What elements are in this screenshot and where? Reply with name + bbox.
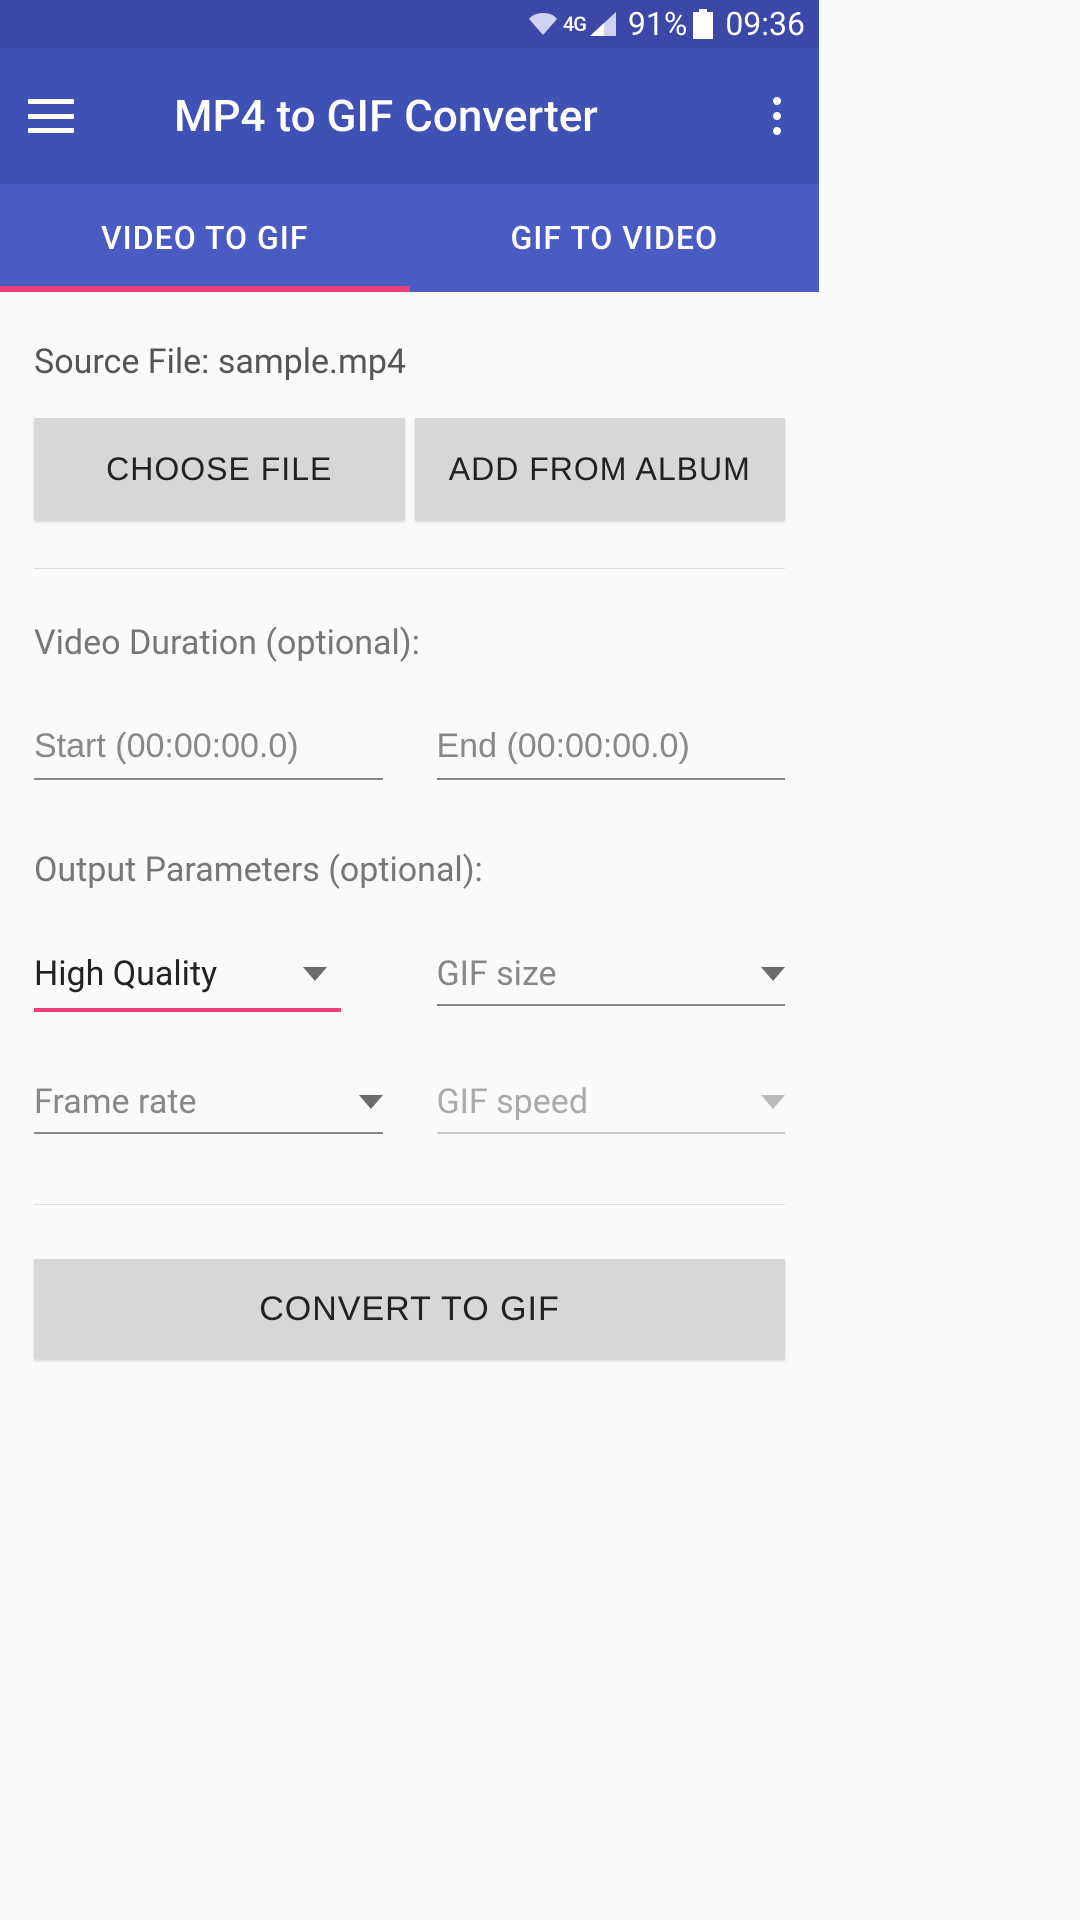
gif-size-placeholder: GIF size (437, 954, 557, 994)
chevron-down-icon (761, 1095, 785, 1109)
more-icon[interactable] (777, 97, 791, 135)
chevron-down-icon (761, 967, 785, 981)
page-title: MP4 to GIF Converter (174, 90, 777, 142)
tab-gif-to-video[interactable]: GIF TO VIDEO (410, 184, 820, 292)
battery-percent: 91% (628, 5, 687, 43)
convert-button[interactable]: CONVERT TO GIF (34, 1259, 785, 1359)
start-time-input[interactable] (34, 721, 383, 780)
frame-rate-select[interactable]: Frame rate (34, 1076, 383, 1134)
gif-size-select[interactable]: GIF size (437, 948, 786, 1006)
divider (34, 1204, 785, 1205)
tabs: VIDEO TO GIF GIF TO VIDEO (0, 184, 819, 292)
content: Source File: sample.mp4 CHOOSE FILE ADD … (0, 292, 819, 1359)
tab-indicator (0, 286, 410, 292)
divider (34, 568, 785, 569)
duration-section-label: Video Duration (optional): (34, 623, 785, 663)
chevron-down-icon (359, 1095, 383, 1109)
output-section-label: Output Parameters (optional): (34, 850, 785, 890)
network-type: 4G (563, 12, 586, 36)
gif-speed-select[interactable]: GIF speed (437, 1076, 786, 1134)
gif-speed-placeholder: GIF speed (437, 1082, 589, 1122)
status-bar: 4G 91% 09:36 (0, 0, 819, 48)
frame-rate-placeholder: Frame rate (34, 1082, 197, 1122)
battery-icon (693, 9, 713, 39)
quality-value: High Quality (34, 954, 217, 994)
app-bar: MP4 to GIF Converter (0, 48, 819, 184)
chevron-down-icon (303, 967, 327, 981)
menu-icon[interactable] (28, 93, 74, 139)
clock: 09:36 (725, 5, 805, 43)
add-from-album-button[interactable]: ADD FROM ALBUM (415, 418, 786, 520)
wifi-icon (529, 13, 557, 35)
source-file-label: Source File: sample.mp4 (34, 342, 785, 382)
tab-video-to-gif[interactable]: VIDEO TO GIF (0, 184, 410, 292)
choose-file-button[interactable]: CHOOSE FILE (34, 418, 405, 520)
signal-icon (590, 12, 616, 36)
quality-select[interactable]: High Quality (34, 948, 327, 1004)
end-time-input[interactable] (437, 721, 786, 780)
